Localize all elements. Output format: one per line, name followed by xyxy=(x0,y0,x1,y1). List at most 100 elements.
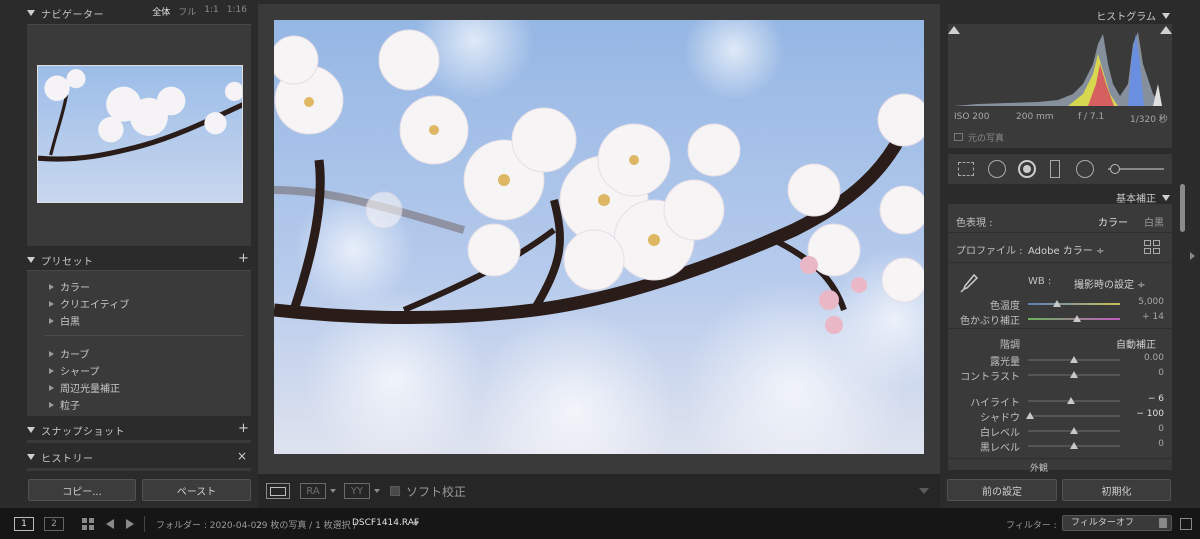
add-preset-button[interactable]: + xyxy=(238,251,249,266)
previous-settings-button[interactable]: 前の設定 xyxy=(947,479,1057,501)
before-after-lr-button[interactable]: RA xyxy=(300,483,326,499)
filmstrip-bar: 1 2 フォルダー : 2020-04-02 29 枚の写真 / 1 枚選択 /… xyxy=(0,508,1200,539)
collapse-triangle-icon[interactable] xyxy=(1162,194,1170,201)
tint-slider-knob[interactable] xyxy=(1073,315,1081,322)
preset-group-bw[interactable]: 白黒 xyxy=(49,313,80,328)
softproof-label: ソフト校正 xyxy=(406,484,467,499)
temp-slider-knob[interactable] xyxy=(1053,300,1061,307)
preset-group-curve[interactable]: カーブ xyxy=(49,346,89,361)
collapse-triangle-icon[interactable] xyxy=(27,257,35,263)
preset-group-color[interactable]: カラー xyxy=(49,279,90,294)
softproof-checkbox[interactable] xyxy=(390,486,400,496)
original-photo-checkbox[interactable] xyxy=(954,133,963,141)
secondary-window-button[interactable]: 2 xyxy=(44,517,64,531)
auto-tone-button[interactable]: 自動補正 xyxy=(1116,336,1156,351)
expand-triangle-icon xyxy=(49,367,54,374)
filename-dropdown-icon[interactable] xyxy=(413,522,419,526)
whites-value[interactable]: 0 xyxy=(1124,424,1164,434)
history-bar xyxy=(27,468,251,471)
radial-filter-icon[interactable] xyxy=(1076,160,1094,178)
zoom-1-1[interactable]: 1:1 xyxy=(204,5,218,18)
contrast-value[interactable]: 0 xyxy=(1124,368,1164,378)
tint-value[interactable]: + 14 xyxy=(1124,312,1164,322)
expand-triangle-icon xyxy=(49,384,54,391)
copy-button[interactable]: コピー... xyxy=(28,479,136,501)
spot-removal-icon[interactable] xyxy=(988,160,1006,178)
filmstrip-toggle-icon[interactable] xyxy=(1180,518,1192,530)
preset-group-creative[interactable]: クリエイティブ xyxy=(49,296,129,311)
selected-filename[interactable]: DSCF1414.RAF xyxy=(352,518,419,528)
right-panel-toggle-icon[interactable] xyxy=(1190,252,1195,260)
exposure-slider-knob[interactable] xyxy=(1070,356,1078,363)
before-after-tb-button[interactable]: YY xyxy=(344,483,370,499)
histogram-graph[interactable] xyxy=(948,24,1172,108)
presets-header[interactable]: プリセット xyxy=(27,252,251,268)
basic-header[interactable]: 基本補正 xyxy=(1116,190,1170,205)
original-photo-label: 元の写真 xyxy=(968,134,1005,144)
profile-browser-icon[interactable] xyxy=(1144,240,1160,254)
reset-button[interactable]: 初期化 xyxy=(1062,479,1171,501)
snapshot-header[interactable]: スナップショット xyxy=(27,422,251,438)
temp-value[interactable]: 5,000 xyxy=(1124,297,1164,307)
treatment-color-button[interactable]: カラー xyxy=(1098,214,1128,229)
collapse-triangle-icon[interactable] xyxy=(27,10,35,16)
shadows-slider[interactable] xyxy=(1028,415,1120,417)
presets-title: プリセット xyxy=(41,256,94,268)
exif-focal: 200 mm xyxy=(1016,112,1054,122)
profile-dropdown[interactable]: Adobe カラー ÷ xyxy=(1028,242,1104,257)
crop-tool-icon[interactable] xyxy=(958,162,974,176)
highlights-value[interactable]: − 6 xyxy=(1124,394,1164,404)
main-photo[interactable] xyxy=(274,20,924,454)
navigator-header[interactable]: ナビゲーター 全体 フル 1:1 1:16 xyxy=(27,5,251,21)
before-after-dropdown-icon[interactable] xyxy=(330,489,336,493)
wb-eyedropper-icon[interactable] xyxy=(958,272,980,294)
exposure-value[interactable]: 0.00 xyxy=(1124,353,1164,363)
temp-slider[interactable] xyxy=(1028,303,1120,305)
collapse-triangle-icon[interactable] xyxy=(1162,12,1170,19)
wb-dropdown[interactable]: 撮影時の設定 ÷ xyxy=(1074,276,1146,291)
preset-group-sharpen[interactable]: シャープ xyxy=(49,363,99,378)
collapse-triangle-icon[interactable] xyxy=(27,427,35,433)
add-snapshot-button[interactable]: + xyxy=(238,421,249,436)
zoom-fill[interactable]: フル xyxy=(178,5,196,18)
treatment-label: 色表現 : xyxy=(956,218,993,229)
shadows-slider-knob[interactable] xyxy=(1026,412,1034,419)
graduated-filter-icon[interactable] xyxy=(1050,160,1060,178)
paste-button[interactable]: ペースト xyxy=(142,479,251,501)
temp-label: 色温度 xyxy=(990,301,1020,312)
navigator-preview[interactable] xyxy=(27,24,251,246)
histogram-header[interactable]: ヒストグラム xyxy=(1096,8,1170,23)
tool-strip xyxy=(948,154,1172,184)
redeye-icon[interactable] xyxy=(1018,160,1036,178)
brush-slider[interactable] xyxy=(1108,164,1164,174)
expand-triangle-icon xyxy=(49,300,54,307)
whites-slider-knob[interactable] xyxy=(1070,427,1078,434)
blacks-value[interactable]: 0 xyxy=(1124,439,1164,449)
grid-view-icon[interactable] xyxy=(82,518,94,530)
clear-history-button[interactable]: × xyxy=(237,449,247,463)
treatment-bw-button[interactable]: 白黒 xyxy=(1144,214,1164,229)
highlights-slider-knob[interactable] xyxy=(1067,397,1075,404)
toolbar-menu-button[interactable] xyxy=(916,484,932,498)
folder-path: フォルダー : 2020-04-02 xyxy=(156,521,263,531)
primary-window-button[interactable]: 1 xyxy=(14,517,34,531)
brush-slider-knob[interactable] xyxy=(1110,164,1120,174)
contrast-slider-knob[interactable] xyxy=(1070,371,1078,378)
preset-group-vignette[interactable]: 周辺光量補正 xyxy=(49,380,120,395)
collapse-triangle-icon[interactable] xyxy=(27,454,35,460)
filter-dropdown[interactable]: フィルターオフ xyxy=(1062,515,1172,531)
shadows-value[interactable]: − 100 xyxy=(1124,409,1164,419)
right-panel-scrollbar[interactable] xyxy=(1180,184,1185,232)
loupe-view-button[interactable] xyxy=(266,483,290,499)
forward-arrow-icon[interactable] xyxy=(126,519,134,529)
shadows-label: シャドウ xyxy=(980,413,1020,424)
contrast-label: コントラスト xyxy=(960,372,1020,383)
zoom-fit[interactable]: 全体 xyxy=(152,5,170,18)
zoom-1-16[interactable]: 1:16 xyxy=(227,5,247,18)
navigator-thumbnail[interactable] xyxy=(37,65,243,203)
back-arrow-icon[interactable] xyxy=(106,519,114,529)
preset-group-grain[interactable]: 粒子 xyxy=(49,397,80,412)
history-header[interactable]: ヒストリー xyxy=(27,449,251,465)
blacks-slider-knob[interactable] xyxy=(1070,442,1078,449)
before-after-tb-dropdown-icon[interactable] xyxy=(374,489,380,493)
